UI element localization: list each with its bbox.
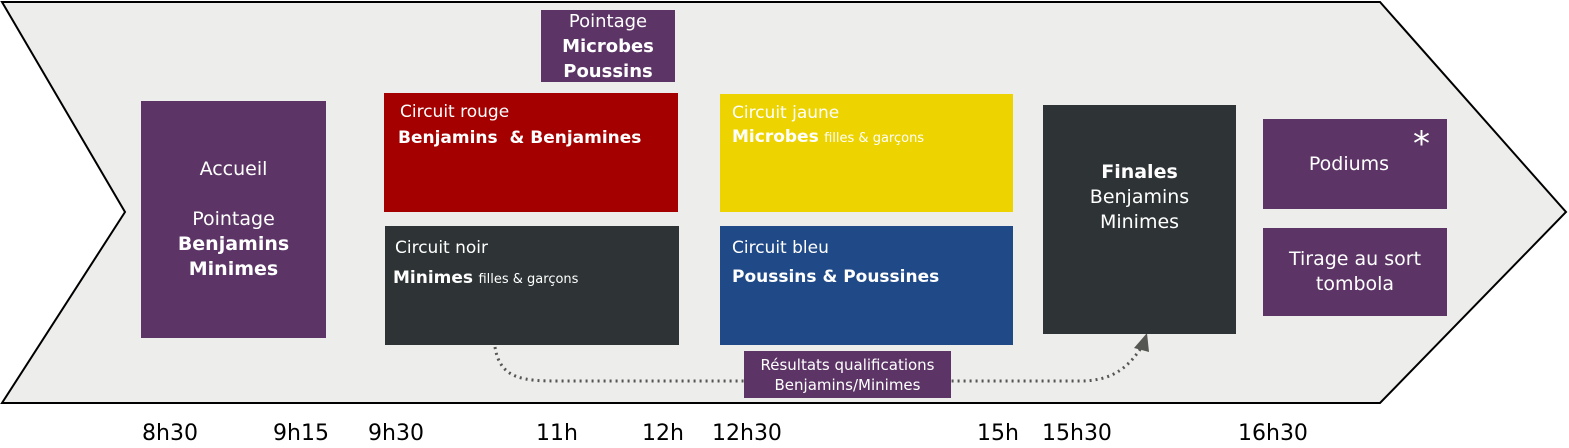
circuit-noir-group: Minimes [393,268,474,288]
circuit-bleu-group: Poussins & Poussines [732,267,940,287]
raffle-line2: tombola [1315,273,1395,295]
finals-category-minimes: Minimes [1099,211,1180,233]
raffle-box: Tirage au sort tombola [1263,228,1447,316]
podiums-label: Podiums [1308,152,1390,175]
circuit-rouge-title: Circuit rouge [400,102,510,122]
circuit-rouge-box: Circuit rouge Benjamins & Benjamines [384,93,678,212]
checkin-top-title: Pointage [568,10,648,32]
circuit-bleu-title: Circuit bleu [732,238,829,258]
circuit-noir-title: Circuit noir [395,238,489,258]
circuit-noir-note: filles & garçons [478,272,579,287]
finals-title: Finales [1101,161,1178,183]
welcome-box: Accueil Pointage Benjamins Minimes [141,101,326,338]
finals-box: Finales Benjamins Minimes [1043,105,1236,334]
circuit-rouge-group: Benjamins & Benjamines [398,128,642,148]
welcome-title: Accueil [199,158,268,180]
circuit-jaune-title: Circuit jaune [732,103,840,123]
raffle-line1: Tirage au sort [1288,248,1422,270]
results-line1: Résultats qualifications [760,355,935,374]
finals-category-benjamins: Benjamins [1089,186,1190,208]
welcome-category-benjamins: Benjamins [177,233,290,255]
circuit-jaune-group: Microbes [732,127,819,147]
welcome-category-minimes: Minimes [188,258,279,280]
welcome-checkin: Pointage [192,208,275,230]
results-line2: Benjamins/Minimes [774,375,921,394]
circuit-noir-box: Circuit noir Minimes filles & garçons [385,226,679,345]
circuit-bleu-box: Circuit bleu Poussins & Poussines [720,226,1013,345]
results-box: Résultats qualifications Benjamins/Minim… [744,351,951,398]
asterisk-icon: * [1413,124,1430,164]
circuit-jaune-note: filles & garçons [824,131,925,146]
podiums-box: Podiums * [1263,119,1447,209]
checkin-top-category-microbes: Microbes [562,35,654,57]
checkin-top-category-poussins: Poussins [563,60,653,82]
circuit-jaune-box: Circuit jaune Microbes filles & garçons [720,94,1013,212]
checkin-top-box: Pointage Microbes Poussins [541,10,675,82]
